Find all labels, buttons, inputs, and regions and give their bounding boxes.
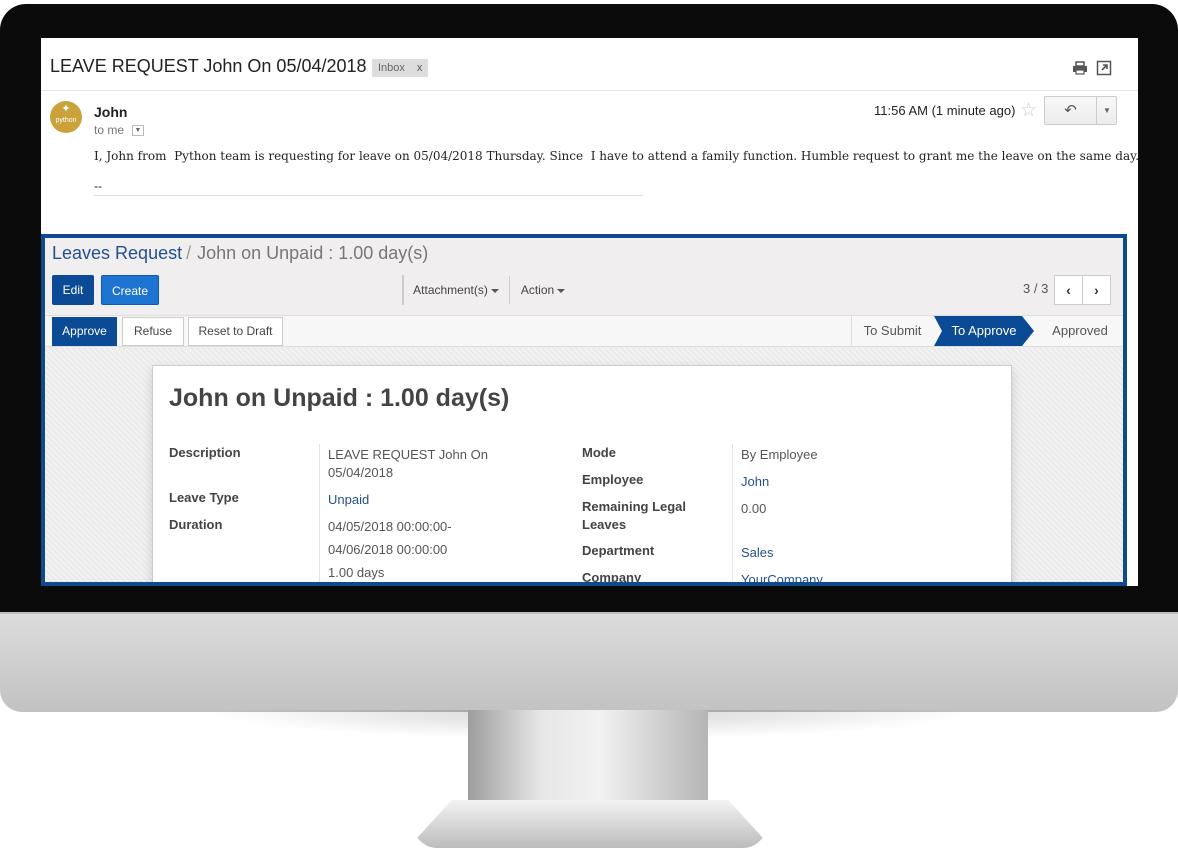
inbox-label[interactable]: Inbox x (372, 59, 429, 77)
duration-label: Duration (169, 517, 223, 532)
new-window-icon[interactable] (1096, 60, 1112, 76)
screen: LEAVE REQUEST John On 05/04/2018 Inbox x … (41, 38, 1138, 586)
edit-button[interactable]: Edit (52, 275, 94, 305)
reply-icon[interactable]: ↶ (1045, 97, 1097, 124)
attachments-dropdown[interactable]: Attachment(s) (403, 276, 510, 304)
email-body: I, John from Python team is requesting f… (94, 149, 1138, 163)
inbox-label-text: Inbox (378, 62, 405, 74)
signature-divider (94, 195, 643, 196)
more-options-icon[interactable]: ▼ (1097, 97, 1117, 124)
reply-button-group: ↶ ▼ (1044, 96, 1117, 125)
monitor-stand-neck (468, 710, 708, 810)
duration-days: 1.00 days (328, 565, 385, 580)
breadcrumb-leaves-request[interactable]: Leaves Request (52, 243, 182, 263)
attachments-label: Attachment(s) (413, 283, 488, 297)
caret-down-icon (490, 288, 499, 293)
form-sheet: John on Unpaid : 1.00 day(s) Description… (152, 365, 1012, 585)
status-bar: Approve Refuse Reset to Draft To Submit … (45, 315, 1123, 347)
email-timestamp: 11:56 AM (1 minute ago) (874, 103, 1016, 118)
email-signature: -- (94, 179, 102, 193)
action-dropdown[interactable]: Action (510, 276, 576, 304)
column-divider (319, 444, 320, 582)
stage-to-submit[interactable]: To Submit (851, 316, 933, 346)
description-label: Description (169, 445, 241, 460)
leave-type-value[interactable]: Unpaid (328, 491, 369, 509)
stage-approved[interactable]: Approved (1041, 316, 1119, 346)
refuse-button[interactable]: Refuse (122, 317, 184, 346)
mode-value: By Employee (741, 447, 818, 462)
record-title: John on Unpaid : 1.00 day(s) (169, 384, 510, 412)
breadcrumb-separator: / (186, 243, 192, 263)
sender-name[interactable]: John (94, 104, 127, 120)
description-value-line-2: 05/04/2018 (328, 465, 394, 480)
monitor-stand-base (408, 800, 772, 848)
approve-button[interactable]: Approve (52, 317, 117, 346)
description-value-line-1: LEAVE REQUEST John On (328, 447, 488, 462)
header-divider (41, 90, 1138, 91)
reset-to-draft-button[interactable]: Reset to Draft (188, 317, 283, 346)
department-value[interactable]: Sales (741, 544, 774, 562)
chevron-left-icon[interactable]: ‹ (1054, 275, 1083, 305)
action-label: Action (520, 283, 555, 297)
sidebar-button-group: Attachment(s) Action (402, 275, 566, 305)
show-details-icon[interactable]: ▼ (132, 125, 144, 136)
duration-end: 04/06/2018 00:00:00 (328, 542, 448, 557)
breadcrumb-current: John on Unpaid : 1.00 day(s) (197, 243, 429, 263)
chevron-right-icon[interactable]: › (1082, 275, 1111, 305)
breadcrumb: Leaves Request / John on Unpaid : 1.00 day… (52, 243, 428, 264)
company-value[interactable]: YourCompany (741, 571, 823, 582)
employee-label: Employee (582, 472, 644, 487)
star-icon[interactable]: ☆ (1020, 99, 1037, 122)
print-icon[interactable] (1072, 60, 1088, 76)
remaining-leaves-label-line-2: Leaves (582, 517, 627, 532)
remove-label-icon[interactable]: x (417, 62, 423, 74)
odoo-leave-form: Leaves Request / John on Unpaid : 1.00 day… (41, 234, 1127, 586)
leave-type-label: Leave Type (169, 490, 239, 505)
pager-value[interactable]: 3 / 3 (1023, 281, 1048, 296)
email-subject: LEAVE REQUEST John On 05/04/2018 (50, 56, 367, 76)
remaining-leaves-value: 0.00 (741, 501, 767, 516)
monitor-chin (0, 612, 1178, 712)
company-label: Company (582, 570, 642, 585)
recipient-text: to me (94, 123, 125, 137)
stage-to-approve[interactable]: To Approve (934, 316, 1034, 346)
create-button[interactable]: Create (101, 275, 159, 305)
column-divider (732, 444, 733, 582)
mode-label: Mode (582, 445, 616, 460)
department-label: Department (582, 543, 655, 558)
caret-down-icon (557, 288, 566, 293)
duration-start: 04/05/2018 00:00:00- (328, 519, 452, 534)
employee-value[interactable]: John (741, 473, 769, 491)
remaining-leaves-label-line-1: Remaining Legal (582, 499, 687, 514)
sender-avatar: python (50, 89, 82, 133)
